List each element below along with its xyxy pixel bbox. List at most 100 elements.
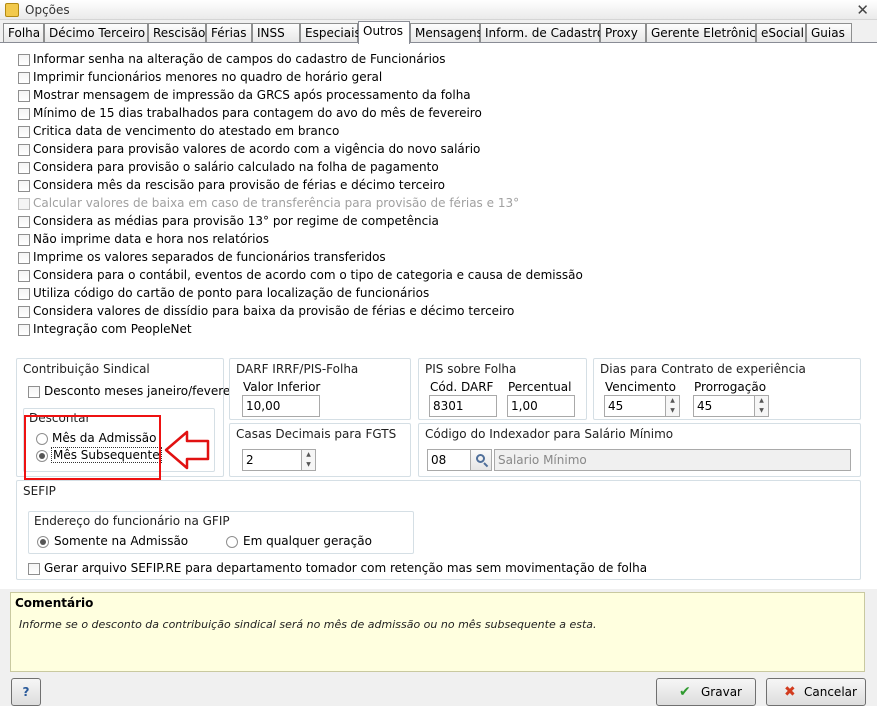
spin-up-icon[interactable]: ▲: [755, 396, 768, 406]
endereco-gfip-group: Endereço do funcionário na GFIP Somente …: [28, 511, 414, 554]
comment-panel: Comentário Informe se o desconto da cont…: [10, 592, 865, 672]
valor-inferior-input[interactable]: 10,00: [242, 395, 320, 417]
option-row[interactable]: Mostrar mensagem de impressão da GRCS ap…: [18, 87, 583, 105]
tab-esocial[interactable]: eSocial: [756, 23, 806, 43]
cancelar-label: Cancelar: [804, 685, 857, 699]
tab-gerente-eletronico[interactable]: Gerente Eletrônico: [646, 23, 763, 43]
help-icon[interactable]: ?: [11, 678, 41, 706]
checkbox[interactable]: [18, 270, 30, 282]
gravar-label: Gravar: [701, 685, 742, 699]
spin-up-icon[interactable]: ▲: [302, 450, 315, 460]
pis-title: PIS sobre Folha: [425, 362, 517, 376]
search-icon[interactable]: [470, 449, 492, 471]
option-row[interactable]: Considera mês da rescisão para provisão …: [18, 177, 583, 195]
tab-proxy[interactable]: Proxy: [600, 23, 646, 43]
checkbox-disabled: [18, 198, 30, 210]
prorrogacao-label: Prorrogação: [694, 380, 767, 394]
gravar-button[interactable]: ✔ Gravar: [656, 678, 756, 706]
search-handle: [483, 462, 489, 468]
option-row[interactable]: Considera para provisão o salário calcul…: [18, 159, 583, 177]
option-row[interactable]: Utiliza código do cartão de ponto para l…: [18, 285, 583, 303]
comment-text: Informe se o desconto da contribuição si…: [19, 618, 597, 631]
checkbox[interactable]: [18, 252, 30, 264]
casas-decimais-input[interactable]: 2: [242, 449, 302, 471]
dias-contrato-title: Dias para Contrato de experiência: [600, 362, 806, 376]
option-row[interactable]: Imprime os valores separados de funcioná…: [18, 249, 583, 267]
checkbox[interactable]: [18, 306, 30, 318]
option-row[interactable]: Critica data de vencimento do atestado e…: [18, 123, 583, 141]
casas-decimais-title: Casas Decimais para FGTS: [236, 427, 397, 441]
tab-especiais[interactable]: Especiais: [300, 23, 361, 43]
cancelar-button[interactable]: ✖ Cancelar: [766, 678, 866, 706]
tab-outros[interactable]: Outros: [358, 21, 410, 44]
qualquer-geracao-radio[interactable]: [226, 536, 238, 548]
tab-rescisao[interactable]: Rescisão: [148, 23, 206, 43]
tab-inss[interactable]: INSS: [252, 23, 300, 43]
comment-title: Comentário: [15, 596, 94, 610]
contribuicao-sindical-title: Contribuição Sindical: [23, 362, 150, 376]
spin-down-icon[interactable]: ▼: [666, 406, 679, 416]
checkbox[interactable]: [18, 162, 30, 174]
tab-panel-outros: Informar senha na alteração de campos do…: [0, 42, 877, 589]
checkbox[interactable]: [18, 216, 30, 228]
checkbox[interactable]: [18, 180, 30, 192]
checkbox[interactable]: [18, 288, 30, 300]
percentual-input[interactable]: 1,00: [507, 395, 575, 417]
desconto-meses-checkbox[interactable]: [28, 386, 40, 398]
tab-folha[interactable]: Folha: [3, 23, 44, 43]
qualquer-geracao-label: Em qualquer geração: [243, 534, 372, 548]
indexador-title: Código do Indexador para Salário Mínimo: [425, 427, 674, 441]
indexador-description: Salario Mínimo: [494, 449, 851, 471]
gerar-arquivo-label: Gerar arquivo SEFIP.RE para departamento…: [44, 561, 648, 575]
checkbox[interactable]: [18, 126, 30, 138]
vencimento-input[interactable]: 45: [604, 395, 666, 417]
option-row[interactable]: Integração com PeopleNet: [18, 321, 583, 339]
valor-inferior-label: Valor Inferior: [243, 380, 321, 394]
indexador-code-input[interactable]: 08: [427, 449, 471, 471]
casas-decimais-spinner[interactable]: ▲ ▼: [302, 449, 316, 471]
prorrogacao-input[interactable]: 45: [693, 395, 755, 417]
checkbox[interactable]: [18, 144, 30, 156]
highlight-box: [24, 415, 161, 480]
option-row[interactable]: Não imprime data e hora nos relatórios: [18, 231, 583, 249]
checkbox[interactable]: [18, 54, 30, 66]
check-icon: ✔: [679, 684, 691, 700]
vencimento-spinner[interactable]: ▲ ▼: [666, 395, 680, 417]
checkbox[interactable]: [18, 324, 30, 336]
tab-guias[interactable]: Guias: [806, 23, 852, 43]
tab-ferias[interactable]: Férias: [206, 23, 252, 43]
vencimento-label: Vencimento: [605, 380, 676, 394]
somente-admissao-label: Somente na Admissão: [54, 534, 189, 548]
option-row[interactable]: Mínimo de 15 dias trabalhados para conta…: [18, 105, 583, 123]
darf-group: DARF IRRF/PIS-Folha Valor Inferior 10,00: [229, 358, 411, 420]
close-icon[interactable]: ✕: [856, 1, 869, 19]
prorrogacao-spinner[interactable]: ▲ ▼: [755, 395, 769, 417]
option-row[interactable]: Considera para provisão valores de acord…: [18, 141, 583, 159]
option-row[interactable]: Considera para o contábil, eventos de ac…: [18, 267, 583, 285]
window-title: Opções: [25, 3, 70, 17]
option-row[interactable]: Imprimir funcionários menores no quadro …: [18, 69, 583, 87]
tab-mensagens[interactable]: Mensagens: [410, 23, 483, 43]
checkbox[interactable]: [18, 72, 30, 84]
endereco-gfip-title: Endereço do funcionário na GFIP: [34, 514, 230, 528]
spin-down-icon[interactable]: ▼: [302, 460, 315, 470]
tab-inform-cadastro[interactable]: Inform. de Cadastro: [480, 23, 604, 43]
option-row[interactable]: Considera as médias para provisão 13° po…: [18, 213, 583, 231]
checkbox[interactable]: [18, 90, 30, 102]
gerar-arquivo-checkbox[interactable]: [28, 563, 40, 575]
somente-admissao-radio[interactable]: [37, 536, 49, 548]
option-row[interactable]: Considera valores de dissídio para baixa…: [18, 303, 583, 321]
spin-down-icon[interactable]: ▼: [755, 406, 768, 416]
cod-darf-input[interactable]: 8301: [429, 395, 497, 417]
checkbox[interactable]: [18, 234, 30, 246]
spin-up-icon[interactable]: ▲: [666, 396, 679, 406]
sefip-group: SEFIP Endereço do funcionário na GFIP So…: [16, 480, 861, 580]
title-bar: Opções ✕: [0, 0, 877, 20]
pis-group: PIS sobre Folha Cód. DARF 8301 Percentua…: [418, 358, 587, 420]
checkbox[interactable]: [18, 108, 30, 120]
tab-bar: Folha Décimo Terceiro Rescisão Férias IN…: [0, 21, 877, 44]
option-row[interactable]: Informar senha na alteração de campos do…: [18, 51, 583, 69]
percentual-label: Percentual: [508, 380, 572, 394]
highlight-arrow: [164, 430, 210, 470]
tab-decimo-terceiro[interactable]: Décimo Terceiro: [44, 23, 148, 43]
